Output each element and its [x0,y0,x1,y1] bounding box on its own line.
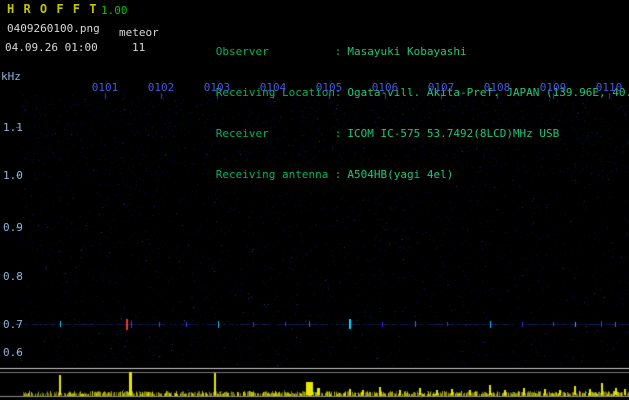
time-tick-label: 0107 [427,81,455,94]
hrofft-window: H R O F F T 1.00 0409260100.png meteor 0… [0,0,629,400]
time-tick-label: 0108 [483,81,511,94]
info-row: Observer: Masayuki Kobayashi [176,29,626,58]
info-separator: : [334,127,342,140]
app-title: H R O F F T [7,2,98,16]
info-row: Receiver: ICOM IC-575 53.7492(8LCD)MHz US… [176,111,626,140]
time-tick-label: 0106 [371,81,399,94]
time-tick-label: 0101 [91,81,119,94]
time-tick-label: 0102 [147,81,175,94]
time-tick-label: 0109 [539,81,567,94]
frequency-tick-label: 0.9 [3,221,23,234]
frequency-tick-label: 0.6 [3,346,23,359]
time-tick-label: 0103 [203,81,231,94]
info-label: Receiver [215,127,269,140]
time-tick-label: 0105 [315,81,343,94]
info-row: Receiving antenna: A504HB(yagi 4el) [176,152,626,181]
frequency-tick-label: 1.0 [3,169,23,182]
info-value: Masayuki Kobayashi [347,45,467,58]
info-value: A504HB(yagi 4el) [347,168,454,181]
info-separator: : [334,45,342,58]
mode-label: meteor [119,26,159,39]
frequency-tick-label: 0.7 [3,318,23,331]
frequency-tick-label: 1.1 [3,121,23,134]
time-tick-label: 0104 [259,81,287,94]
app-version: 1.00 [101,4,128,17]
info-label: Receiving antenna [215,168,329,181]
echo-count: 11 [132,41,146,54]
frequency-unit-label: kHz [1,70,21,83]
station-info: Observer: Masayuki Kobayashi Receiving Lo… [176,3,629,193]
info-separator: : [334,168,342,181]
observation-datetime: 04.09.26 01:00 [5,41,98,54]
frequency-tick-label: 0.8 [3,270,23,283]
output-filename: 0409260100.png [7,22,100,35]
info-value: ICOM IC-575 53.7492(8LCD)MHz USB [347,127,560,140]
time-tick-label: 0110 [595,81,623,94]
info-label: Observer [215,45,269,58]
